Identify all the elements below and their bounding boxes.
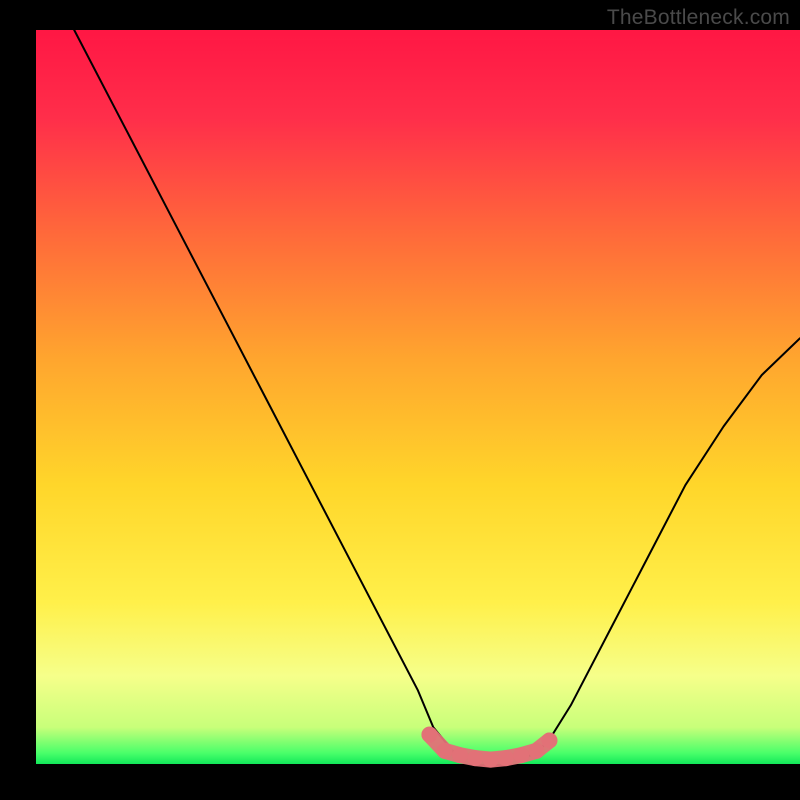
- bottleneck-chart: TheBottleneck.com: [0, 0, 800, 800]
- chart-svg: [0, 0, 800, 800]
- minimum-point: [541, 733, 557, 749]
- minimum-point: [452, 747, 468, 763]
- plot-area: [36, 30, 800, 764]
- minimum-point: [498, 750, 514, 766]
- minimum-point: [483, 752, 499, 768]
- minimum-point: [421, 727, 437, 743]
- minimum-point: [437, 743, 453, 759]
- minimum-point: [528, 743, 544, 759]
- minimum-point: [467, 750, 483, 766]
- minimum-point: [513, 747, 529, 763]
